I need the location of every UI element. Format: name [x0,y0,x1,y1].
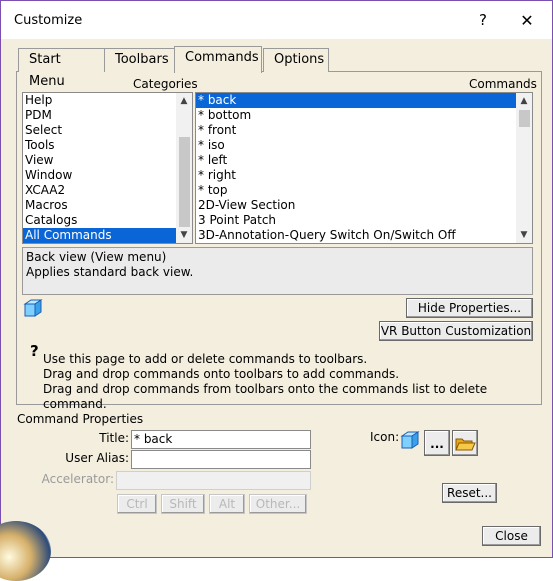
user-alias-label: User Alias: [65,451,129,465]
accelerator-label: Accelerator: [41,472,114,486]
alt-button: Alt [209,494,245,514]
help-text: ? Use this page to add or delete command… [22,342,533,412]
category-item[interactable]: PDM [23,108,176,123]
category-item[interactable]: Catalogs [23,213,176,228]
category-item[interactable]: Help [23,93,176,108]
customize-dialog: Customize ? ✕ Start Menu Toolbars Comman… [0,0,553,581]
help-line-2: Drag and drop commands onto toolbars to … [43,367,400,381]
command-cube-icon [400,431,420,449]
vr-customization-button[interactable]: VR Button Customization [379,321,533,341]
scroll-down-icon[interactable]: ▼ [519,230,529,240]
help-line-3: Drag and drop commands from toolbars ont… [43,382,488,411]
command-item[interactable]: 3D-Annotation-Query Switch On/Switch Off [196,228,516,243]
category-item[interactable]: Window [23,168,176,183]
description-title: Back view (View menu) [26,250,167,264]
icon-browse-button[interactable]: ... [424,430,450,456]
command-item[interactable]: 3 Point Patch [196,213,516,228]
help-button[interactable]: ? [461,1,505,39]
help-line-1: Use this page to add or delete commands … [43,352,368,366]
commands-label: Commands [469,77,537,91]
tab-start-menu[interactable]: Start Menu [18,48,106,89]
question-icon: ? [30,342,39,360]
open-folder-button[interactable] [452,430,478,456]
scroll-down-icon[interactable]: ▼ [179,230,189,240]
shift-button: Shift [161,494,205,514]
commands-scrollbar[interactable]: ▲ ▼ [516,93,532,243]
corner-decoration [0,521,51,581]
categories-scrollbar[interactable]: ▲ ▼ [176,93,192,243]
accelerator-field [116,471,311,490]
command-item[interactable]: * left [196,153,516,168]
category-item[interactable]: Tools [23,138,176,153]
category-item[interactable]: Select [23,123,176,138]
window-title: Customize [14,13,83,28]
category-item[interactable]: All Commands [23,228,176,243]
scroll-thumb[interactable] [519,110,530,127]
close-icon: ✕ [520,10,534,30]
other-button: Other... [249,494,307,514]
help-icon: ? [479,11,487,29]
tab-toolbars[interactable]: Toolbars [104,48,176,72]
hide-properties-button[interactable]: Hide Properties... [406,298,533,318]
command-item[interactable]: * top [196,183,516,198]
title-field[interactable]: * back [131,430,311,449]
categories-list[interactable]: Help PDM Select Tools View Window XCAA2 Macros C… [22,92,193,244]
command-item[interactable]: * back [196,93,516,108]
command-item[interactable]: 2D-View Section [196,198,516,213]
category-item[interactable]: Macros [23,198,176,213]
command-description: Back view (View menu) Applies standard b… [22,247,533,295]
close-button[interactable]: Close [482,526,541,546]
folder-icon [455,438,476,451]
scroll-up-icon[interactable]: ▲ [519,96,529,106]
tab-options[interactable]: Options [263,48,329,72]
reset-button[interactable]: Reset... [442,483,497,503]
title-label: Title: [99,431,129,445]
command-item[interactable]: * iso [196,138,516,153]
command-item[interactable]: * bottom [196,108,516,123]
categories-label: Categories [133,77,198,91]
tab-commands[interactable]: Commands [174,46,262,73]
category-item[interactable]: XCAA2 [23,183,176,198]
categories-items: Help PDM Select Tools View Window XCAA2 Macros C… [23,93,192,243]
scroll-up-icon[interactable]: ▲ [179,96,189,106]
commands-items: * back * bottom * front * iso * left * right *… [196,93,532,243]
ctrl-button: Ctrl [117,494,157,514]
icon-label: Icon: [370,430,400,444]
command-item[interactable]: * right [196,168,516,183]
scroll-thumb[interactable] [179,137,190,227]
description-text: Applies standard back view. [26,265,194,279]
user-alias-field[interactable] [131,450,311,469]
command-item[interactable]: * front [196,123,516,138]
close-window-button[interactable]: ✕ [505,1,549,39]
command-properties-label: Command Properties [17,412,144,426]
title-bar: Customize ? ✕ [1,1,552,39]
commands-list[interactable]: * back * bottom * front * iso * left * right *… [195,92,533,244]
cube-icon [23,299,43,317]
category-item[interactable]: View [23,153,176,168]
